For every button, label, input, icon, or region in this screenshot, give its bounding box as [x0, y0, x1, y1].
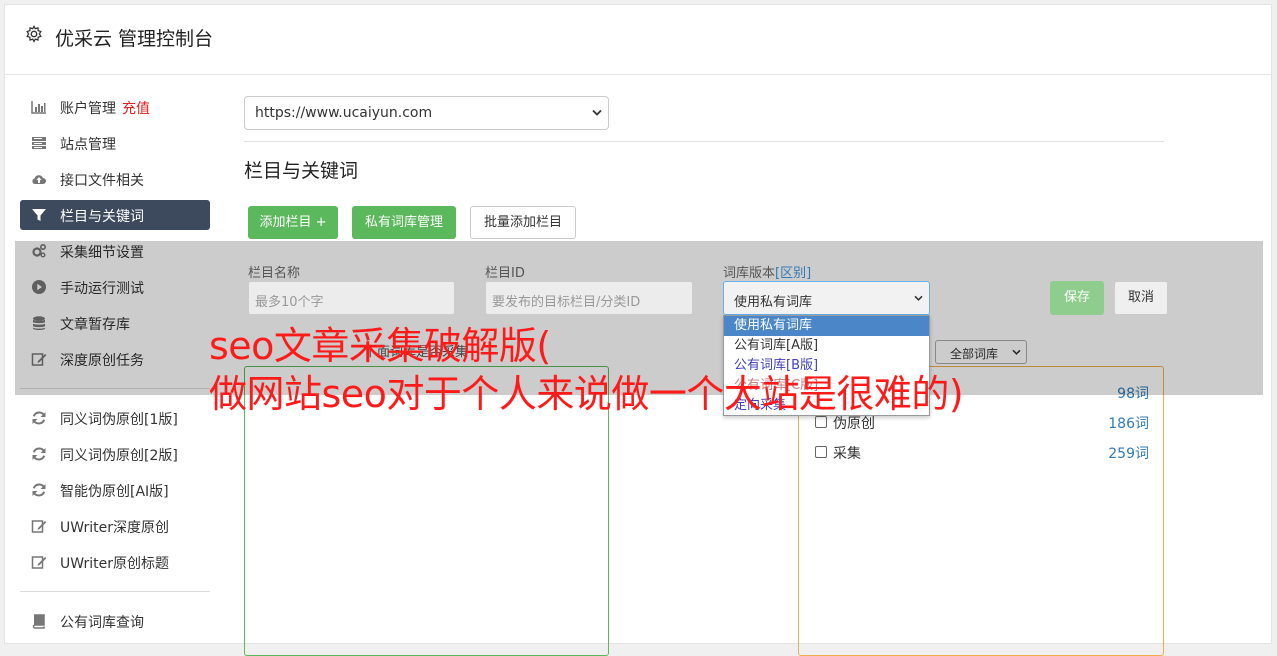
checkbox[interactable]	[815, 446, 827, 458]
column-id-input[interactable]: 要发布的目标栏目/分类ID	[485, 281, 693, 315]
sidebar-item-label: 同义词伪原创[1版]	[60, 412, 178, 428]
sidebar-item-uwriter-deep[interactable]: UWriter深度原创	[20, 511, 210, 541]
chevron-down-icon	[592, 109, 602, 116]
library-version-select[interactable]: 使用私有词库	[723, 281, 930, 315]
sidebar-item-interface[interactable]: 接口文件相关	[20, 164, 210, 194]
sidebar-item-label: 公有词库查询	[60, 615, 144, 631]
sidebar-item-uwriter-title[interactable]: UWriter原创标题	[20, 547, 210, 577]
edit-column-form: 栏目名称 最多10个字 栏目ID 要发布的目标栏目/分类ID 词库版本[区别] …	[248, 262, 1178, 322]
book-icon	[32, 614, 45, 629]
sidebar-item-sites[interactable]: 站点管理	[20, 128, 210, 158]
library-count: 259词	[1108, 446, 1149, 462]
edit-icon	[31, 520, 47, 533]
sidebar-item-label: UWriter原创标题	[60, 556, 169, 572]
sidebar-divider	[20, 591, 210, 592]
library-version-value: 使用私有词库	[734, 295, 813, 310]
chevron-down-icon	[914, 295, 923, 301]
watermark-text: seo文章采集破解版( 做网站seo对于个人来说做一个大站是很难的)	[209, 322, 964, 418]
list-item[interactable]: 采集 259词	[815, 443, 1149, 463]
sidebar-item-label: 站点管理	[60, 137, 116, 153]
sidebar-item-public-lib[interactable]: 公有词库查询	[20, 606, 210, 636]
library-version-label-text: 词库版本	[723, 266, 776, 281]
library-count: 186词	[1108, 416, 1149, 432]
gear-icon	[26, 25, 42, 43]
sidebar-item-columns[interactable]: 栏目与关键词	[20, 200, 210, 230]
column-name-placeholder: 最多10个字	[255, 295, 324, 310]
sidebar-item-label: 栏目与关键词	[60, 209, 144, 225]
header: 优采云 管理控制台	[5, 5, 1271, 75]
recharge-link[interactable]: 充值	[122, 101, 150, 117]
column-name-input[interactable]: 最多10个字	[248, 281, 455, 315]
sidebar-item-label: 接口文件相关	[60, 173, 144, 189]
site-select-value: https://www.ucaiyun.com	[255, 105, 433, 121]
library-name: 采集	[833, 446, 861, 462]
column-id-placeholder: 要发布的目标栏目/分类ID	[492, 295, 641, 310]
filter-icon	[32, 209, 46, 221]
sidebar-item-label: 同义词伪原创[2版]	[60, 448, 178, 464]
refresh-icon	[32, 483, 46, 497]
refresh-icon	[32, 447, 46, 461]
divider	[244, 141, 1164, 142]
sidebar-item-label: 智能伪原创[AI版]	[60, 484, 169, 500]
refresh-icon	[32, 411, 46, 425]
app-title: 优采云 管理控制台	[55, 28, 214, 50]
sidebar-item-synonym-v2[interactable]: 同义词伪原创[2版]	[20, 439, 210, 469]
sidebar-item-label: UWriter深度原创	[60, 520, 169, 536]
private-library-button[interactable]: 私有词库管理	[352, 206, 456, 239]
sidebar-item-account[interactable]: 账户管理 充值	[20, 92, 210, 122]
watermark-line-2: 做网站seo对于个人来说做一个大站是很难的)	[209, 372, 964, 416]
bar-chart-icon	[31, 101, 46, 114]
page-title: 栏目与关键词	[244, 160, 359, 182]
difference-link[interactable]: [区别]	[775, 266, 811, 281]
site-select[interactable]: https://www.ucaiyun.com	[244, 96, 609, 130]
cloud-upload-icon	[32, 175, 46, 184]
sidebar-item-synonym-v1[interactable]: 同义词伪原创[1版]	[20, 403, 210, 433]
batch-add-button[interactable]: 批量添加栏目	[470, 206, 576, 239]
edit-icon	[31, 556, 47, 569]
cancel-button[interactable]: 取消	[1114, 281, 1168, 315]
watermark-line-1: seo文章采集破解版(	[209, 324, 551, 368]
column-name-label: 栏目名称	[248, 266, 301, 281]
save-button[interactable]: 保存	[1050, 281, 1104, 315]
column-id-label: 栏目ID	[485, 266, 525, 281]
server-icon	[32, 137, 46, 149]
sidebar-item-ai-original[interactable]: 智能伪原创[AI版]	[20, 475, 210, 505]
sidebar-item-label: 账户管理	[60, 101, 116, 117]
add-column-button[interactable]: 添加栏目 +	[248, 206, 338, 239]
library-version-label: 词库版本[区别]	[723, 262, 811, 281]
